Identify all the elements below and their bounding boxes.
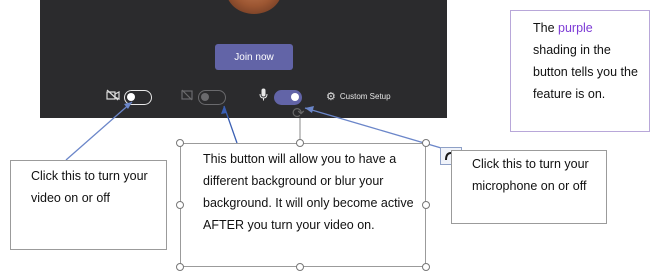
purple-note-prefix: The <box>533 21 559 35</box>
video-note-text: Click this to turn your video on or off <box>31 169 148 205</box>
selection-handle-bl[interactable] <box>176 263 184 271</box>
mic-arrow-head <box>305 106 314 113</box>
selection-handle-br[interactable] <box>422 263 430 271</box>
background-note-callout[interactable]: This button will allow you to have a dif… <box>180 143 426 267</box>
purple-note-body: shading in the button tells you the feat… <box>533 43 638 101</box>
selection-handle-mr[interactable] <box>422 201 430 209</box>
selection-handle-tr[interactable] <box>422 139 430 147</box>
mic-note-text: Click this to turn your microphone on or… <box>472 157 589 193</box>
mic-note-callout: Click this to turn your microphone on or… <box>451 150 607 224</box>
rotate-handle-icon[interactable]: ⟳ <box>292 104 305 122</box>
video-note-callout: Click this to turn your video on or off <box>10 160 167 250</box>
selection-handle-ml[interactable] <box>176 201 184 209</box>
background-note-text: This button will allow you to have a dif… <box>203 152 414 232</box>
background-arrow-head <box>221 106 227 114</box>
video-arrow <box>65 101 133 161</box>
purple-note-callout: The purple shading in the button tells y… <box>510 10 650 132</box>
selection-handle-tm[interactable] <box>296 139 304 147</box>
selection-handle-tl[interactable] <box>176 139 184 147</box>
purple-note-highlight: purple <box>558 21 593 35</box>
selection-handle-bm[interactable] <box>296 263 304 271</box>
